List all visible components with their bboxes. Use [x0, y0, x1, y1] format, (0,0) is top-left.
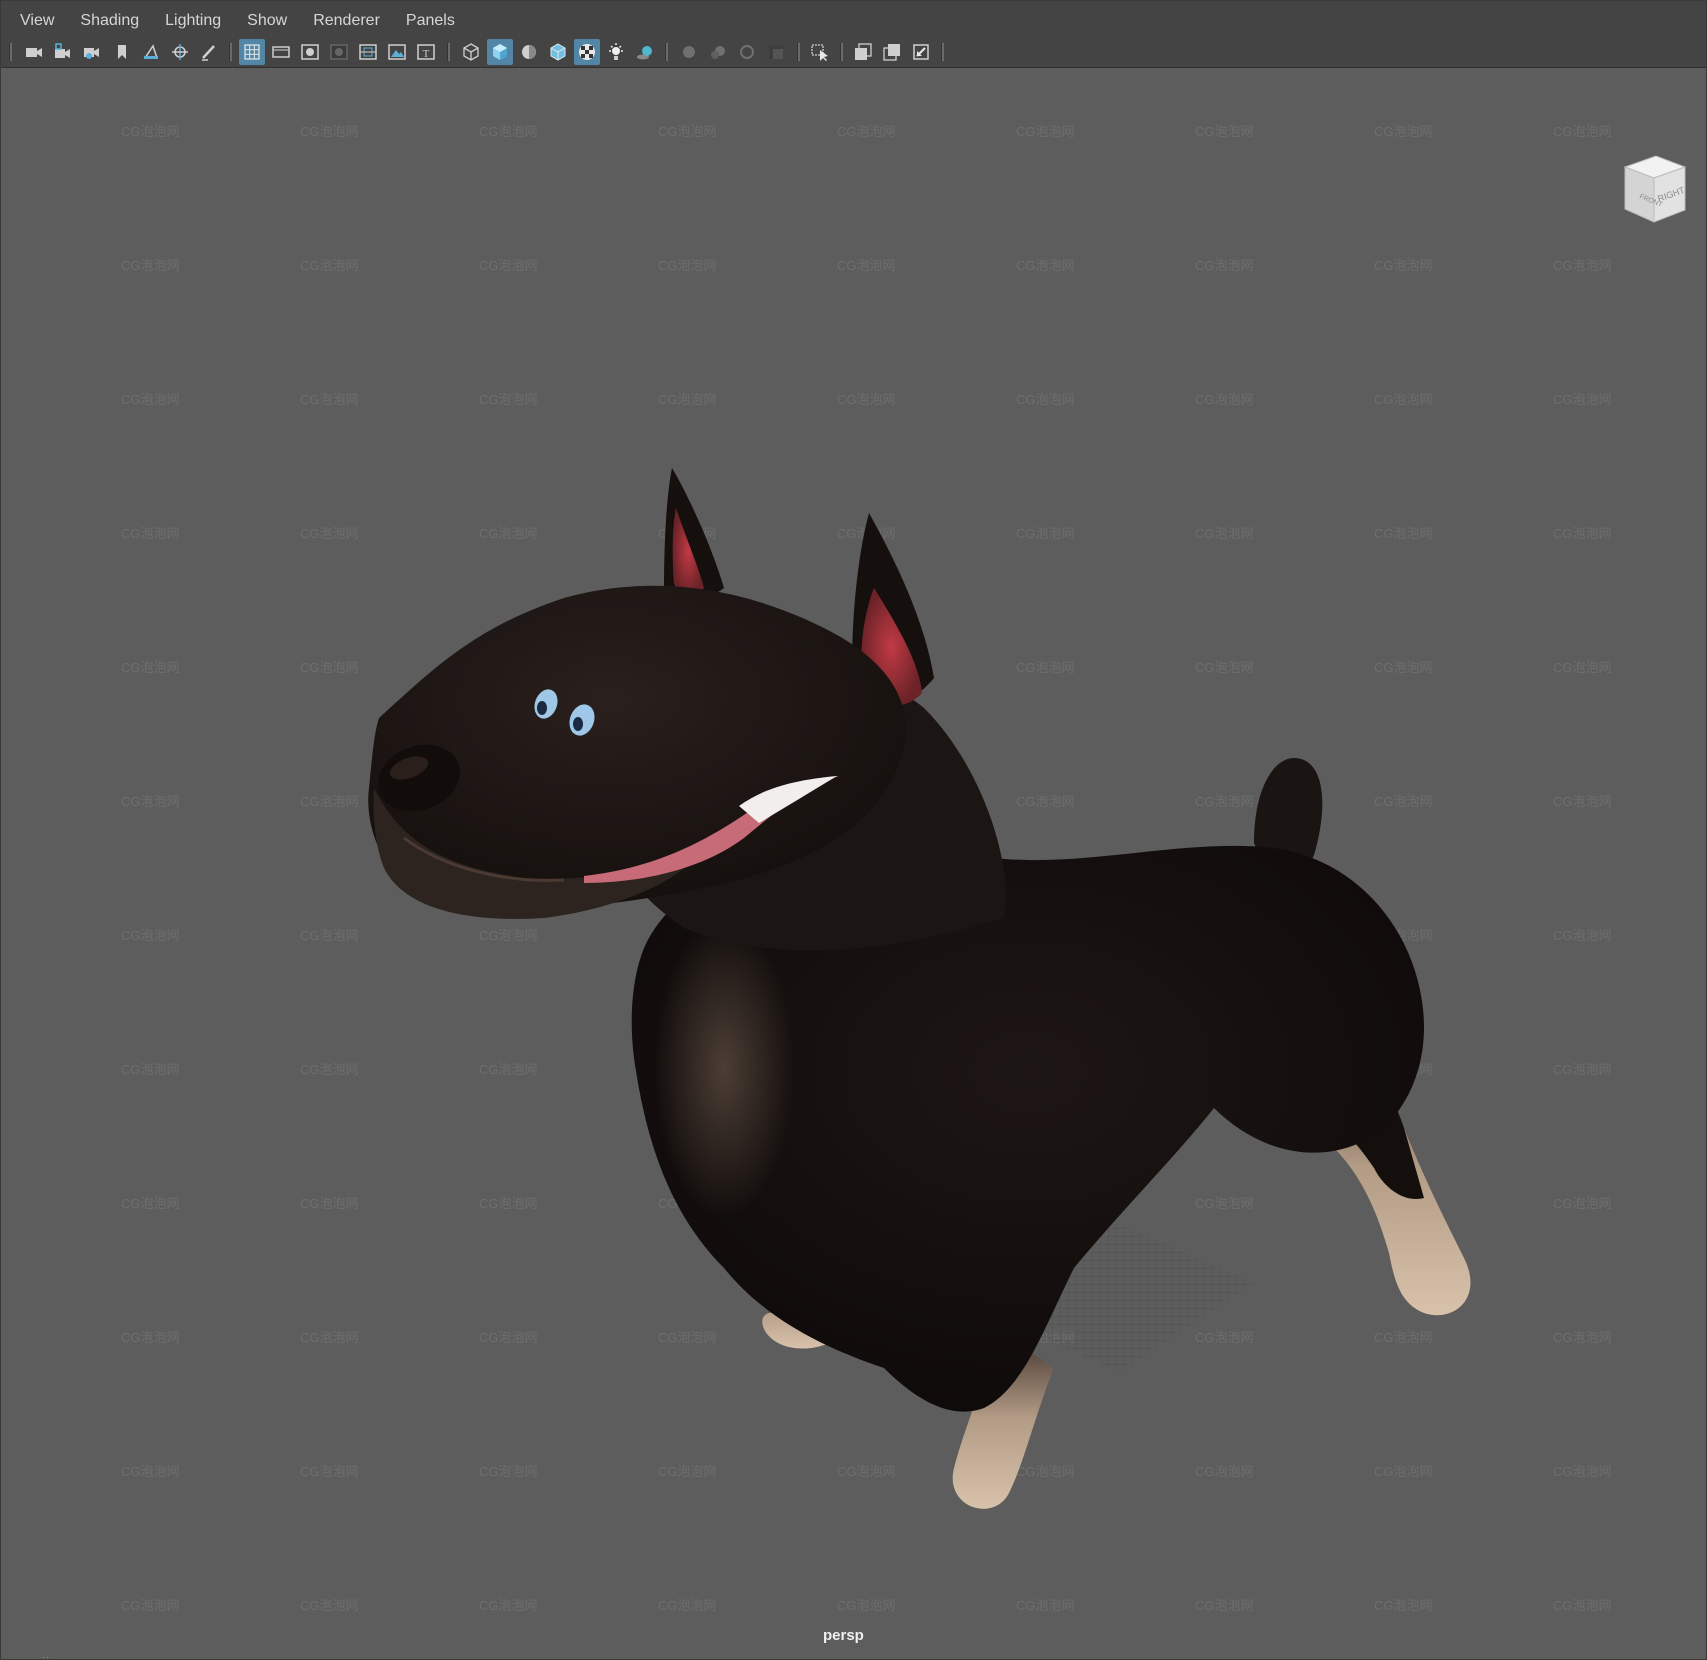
toolbar-separator	[665, 43, 668, 61]
toolbar-separator	[797, 43, 800, 61]
multisample-aa-icon[interactable]	[734, 39, 760, 65]
toolbar-separator	[840, 43, 843, 61]
field-chart-icon[interactable]	[355, 39, 381, 65]
menu-shading[interactable]: Shading	[67, 1, 152, 37]
camera-name-label: persp	[823, 1627, 864, 1644]
camera-lock-icon[interactable]	[49, 39, 75, 65]
bookmark-icon[interactable]	[109, 39, 135, 65]
shaded-wireframe-icon[interactable]	[516, 39, 542, 65]
camera-tools-icon[interactable]	[167, 39, 193, 65]
viewport-panel-window: View Shading Lighting Show Renderer Pane…	[0, 0, 1707, 1660]
menu-panels[interactable]: Panels	[393, 1, 468, 37]
isolate-select-icon[interactable]	[807, 39, 833, 65]
axis-gizmo: y x z	[20, 1648, 70, 1658]
panel-toolbar: T	[1, 37, 1706, 68]
svg-text:T: T	[423, 48, 430, 60]
grease-pencil-icon[interactable]	[196, 39, 222, 65]
panel-menubar: View Shading Lighting Show Renderer Pane…	[1, 1, 1706, 37]
toolbar-separator	[941, 43, 944, 61]
shadows-icon[interactable]	[632, 39, 658, 65]
safe-action-icon[interactable]	[384, 39, 410, 65]
toolbar-separator	[447, 43, 450, 61]
xray-components-icon[interactable]	[908, 39, 934, 65]
textured-icon[interactable]	[574, 39, 600, 65]
camera-attributes-icon[interactable]	[78, 39, 104, 65]
xray-joints-icon[interactable]	[879, 39, 905, 65]
image-plane-icon[interactable]	[138, 39, 164, 65]
menu-lighting[interactable]: Lighting	[152, 1, 234, 37]
smooth-shade-icon[interactable]	[487, 39, 513, 65]
film-gate-icon[interactable]	[268, 39, 294, 65]
grid-icon[interactable]	[239, 39, 265, 65]
motion-blur-icon[interactable]	[705, 39, 731, 65]
resolution-gate-icon[interactable]	[297, 39, 323, 65]
axis-y-label: y	[43, 1654, 49, 1658]
ambient-occlusion-icon[interactable]	[676, 39, 702, 65]
menu-renderer[interactable]: Renderer	[300, 1, 393, 37]
use-lights-icon[interactable]	[603, 39, 629, 65]
xray-icon[interactable]	[850, 39, 876, 65]
menu-show[interactable]: Show	[234, 1, 300, 37]
wireframe-on-shaded-icon[interactable]	[545, 39, 571, 65]
gate-mask-icon[interactable]	[326, 39, 352, 65]
menu-view[interactable]: View	[1, 1, 67, 37]
safe-title-icon[interactable]: T	[413, 39, 439, 65]
3d-viewport[interactable]: CG泡泡网 CG泡泡网 CG泡泡网 CG泡泡网 CG泡泡网 CG泡泡网 CG泡泡网 CG泡泡网…	[4, 68, 1704, 1658]
wireframe-icon[interactable]	[458, 39, 484, 65]
toolbar-separator	[9, 43, 12, 61]
camera-icon[interactable]	[21, 39, 47, 65]
viewcube[interactable]: FRONT RIGHT	[1619, 152, 1689, 232]
depth-of-field-icon[interactable]	[763, 39, 789, 65]
toolbar-separator	[229, 43, 232, 61]
dog-model[interactable]	[4, 68, 1704, 1658]
